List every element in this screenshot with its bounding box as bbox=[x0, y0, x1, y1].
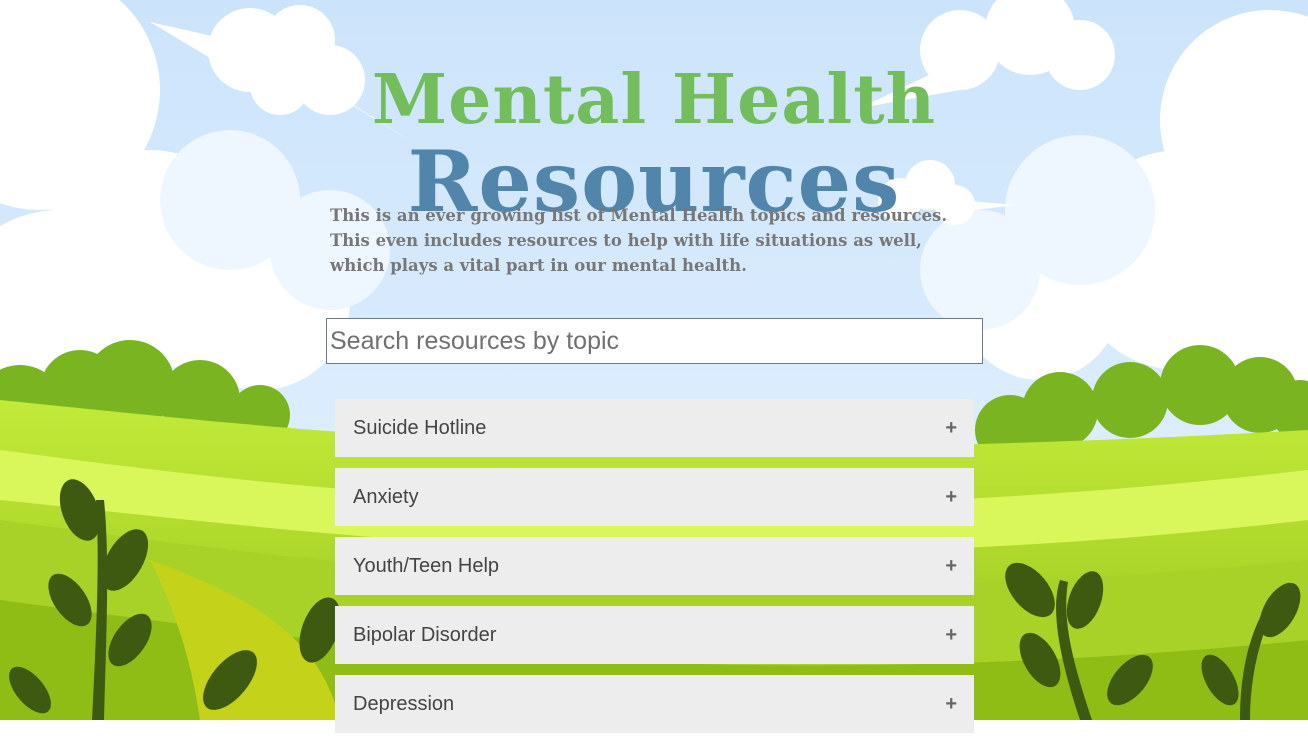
intro-line-1: This is an ever growing list of Mental H… bbox=[330, 206, 948, 225]
page-content: Mental Health Resources This is an ever … bbox=[0, 0, 1308, 733]
accordion-item-label: Suicide Hotline bbox=[353, 416, 487, 439]
accordion-item-anxiety[interactable]: Anxiety + bbox=[335, 468, 974, 526]
plus-icon[interactable]: + bbox=[945, 624, 957, 647]
accordion-item-youth-teen-help[interactable]: Youth/Teen Help + bbox=[335, 537, 974, 595]
accordion-item-label: Bipolar Disorder bbox=[353, 623, 497, 646]
plus-icon[interactable]: + bbox=[945, 417, 957, 440]
accordion-item-label: Anxiety bbox=[353, 485, 419, 508]
plus-icon[interactable]: + bbox=[945, 693, 957, 716]
search-input[interactable] bbox=[326, 318, 983, 364]
accordion-item-bipolar-disorder[interactable]: Bipolar Disorder + bbox=[335, 606, 974, 664]
plus-icon[interactable]: + bbox=[945, 555, 957, 578]
accordion-item-label: Depression bbox=[353, 692, 455, 715]
page-title-line1: Mental Health bbox=[371, 59, 937, 140]
intro-line-2: This even includes resources to help wit… bbox=[330, 231, 922, 275]
plus-icon[interactable]: + bbox=[945, 486, 957, 509]
resource-accordion: Suicide Hotline + Anxiety + Youth/Teen H… bbox=[335, 399, 974, 744]
accordion-item-label: Youth/Teen Help bbox=[353, 554, 500, 577]
accordion-item-suicide-hotline[interactable]: Suicide Hotline + bbox=[335, 399, 974, 457]
accordion-item-depression[interactable]: Depression + bbox=[335, 675, 974, 733]
intro-text: This is an ever growing list of Mental H… bbox=[330, 203, 980, 278]
